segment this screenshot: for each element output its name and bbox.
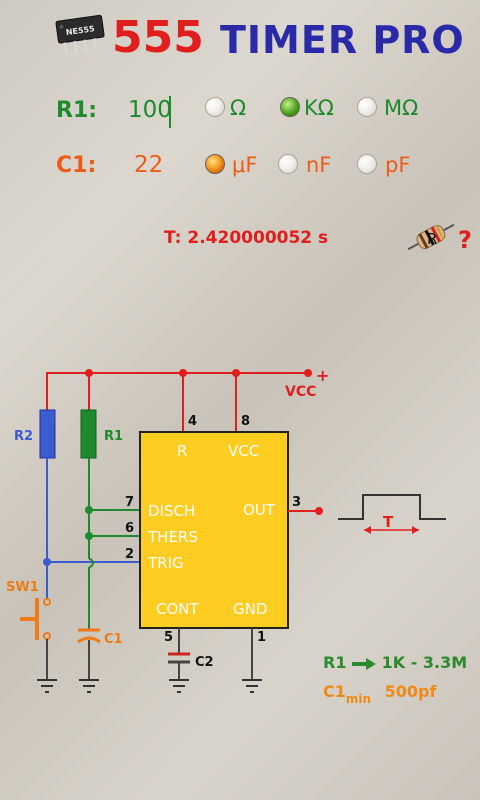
app-title-text: TIMER PRO [220,18,465,62]
c1-schematic-label: C1 [104,632,123,647]
pin-trig-label: TRIG [147,554,184,572]
r1-unit-kohm-radio[interactable] [280,97,300,117]
waveform-period-label: T [383,513,394,531]
pin-5-number: 5 [164,630,173,645]
r2-label: R2 [14,429,33,444]
pin-gnd-label: GND [233,600,267,618]
period-result: T: 2.420000052 s [164,228,329,248]
r1-unit-mohm-radio[interactable] [357,97,377,117]
c1-label: C1: [56,153,97,178]
r1-range-label: R1 [323,653,347,672]
c1-unit-pf-radio[interactable] [357,154,377,174]
r1-range-note: R1 1K - 3.3M [323,653,467,672]
sw1-label: SW1 [6,580,39,595]
r1-unit-kohm-label: KΩ [304,96,334,120]
text-cursor [169,96,171,128]
c1-unit-pf-label: pF [385,153,411,177]
c2-label: C2 [195,655,214,670]
r1-resistor [80,409,97,459]
r1-range-value: 1K - 3.3M [381,653,468,672]
r1-value-input[interactable] [126,96,190,124]
c1-unit-uf-radio[interactable] [205,154,225,174]
vcc-plus-label: + [316,366,329,385]
r1-unit-mohm-label: MΩ [384,96,419,120]
c1-unit-uf-label: μF [232,153,258,177]
ne555-chip-icon: NE555 [55,14,105,55]
app-title-number: 555 [112,12,204,63]
pin-disch-label: DISCH [148,502,195,520]
c1-unit-nf-radio[interactable] [278,154,298,174]
c1-min-subscript: min [345,692,372,706]
pin-vcc-label: VCC [228,442,259,460]
pin-8-number: 8 [241,414,250,429]
r1-label: R1: [56,98,98,123]
pin-thers-label: THERS [147,528,198,546]
c1-unit-nf-label: nF [306,153,332,177]
c1-min-value: 500pf [384,682,437,701]
pin-7-number: 7 [125,495,134,510]
pin-2-number: 2 [125,547,134,562]
resistor-icon-letter: R [427,230,437,248]
pin-4-number: 4 [188,414,197,429]
pin-1-number: 1 [257,630,266,645]
help-button[interactable]: ? [458,226,472,254]
pin-3-number: 3 [292,495,301,510]
r1-unit-ohm-radio[interactable] [205,97,225,117]
r1-schematic-label: R1 [104,429,123,444]
c1-min-note: C1min 500pf [323,682,437,706]
pin-r-label: R [177,442,187,460]
arrow-right-icon [352,657,377,670]
r1-unit-ohm-label: Ω [230,96,247,120]
r2-resistor [39,409,56,459]
c1-value-input[interactable] [132,151,186,179]
c1-min-label: C1 [323,682,346,701]
pin-out-label: OUT [243,501,276,519]
vcc-rail-label: VCC [285,384,316,400]
pin-cont-label: CONT [156,600,200,618]
resistor-icon[interactable]: R [405,214,457,260]
pin-6-number: 6 [125,521,134,536]
